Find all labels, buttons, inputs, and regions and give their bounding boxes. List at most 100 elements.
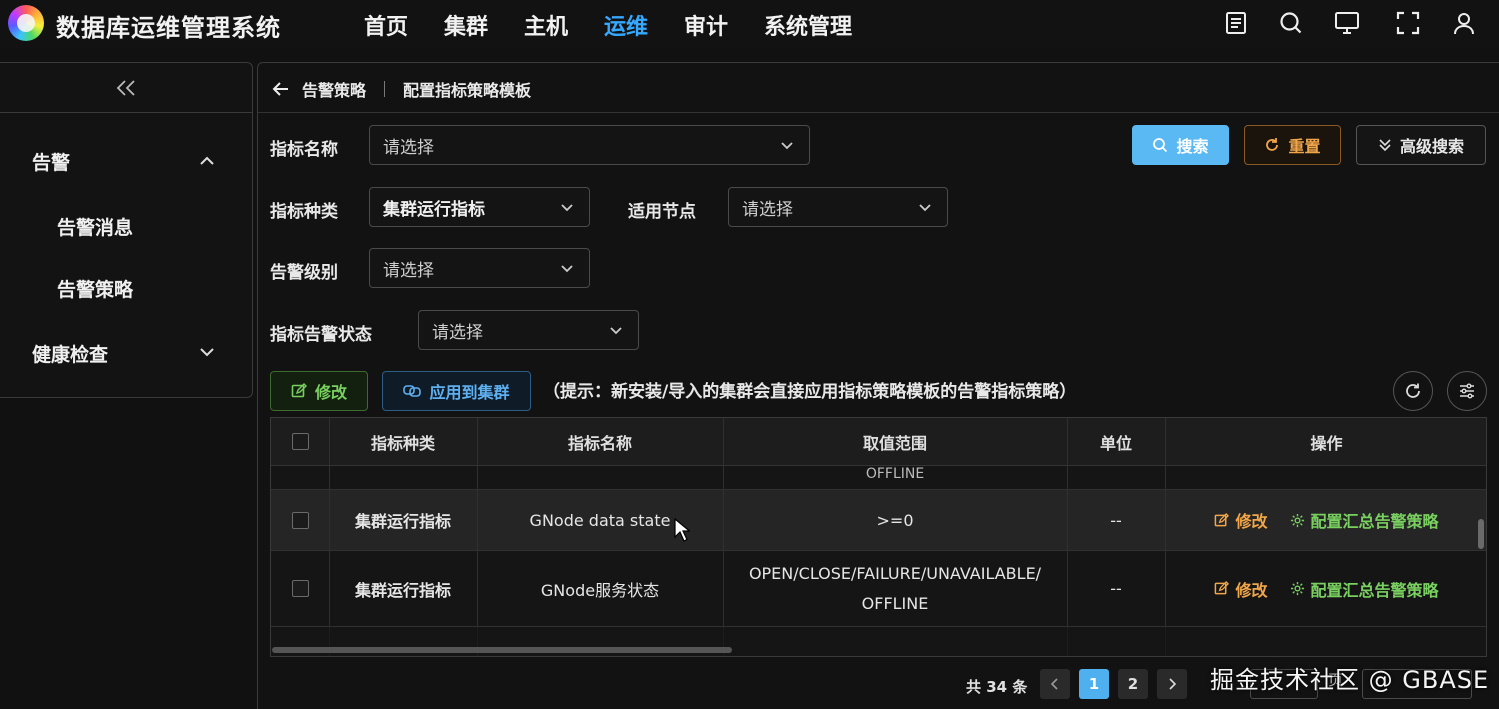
edit-icon xyxy=(1215,581,1230,595)
edit-icon xyxy=(291,383,307,398)
sidebar-item-alarm-messages[interactable]: 告警消息 xyxy=(57,213,133,240)
nav-audit[interactable]: 审计 xyxy=(684,9,728,41)
search-button[interactable]: 搜索 xyxy=(1132,125,1229,165)
metric-name-select[interactable]: 请选择 xyxy=(369,125,810,165)
gear-icon xyxy=(1290,513,1304,527)
fullscreen-icon[interactable] xyxy=(1394,9,1422,37)
pagination-total: 共 34 条 xyxy=(966,678,1028,696)
hint-text: （提示：新安装/导入的集群会直接应用指标策略模板的告警指标策略） xyxy=(543,382,1077,402)
cell-metric-name: GNode服务状态 xyxy=(540,580,660,600)
double-chevron-down-icon xyxy=(1379,139,1391,152)
nav-host[interactable]: 主机 xyxy=(524,9,568,41)
nav-cluster[interactable]: 集群 xyxy=(444,9,488,41)
breadcrumb-current: 配置指标策略模板 xyxy=(403,81,532,100)
header-divider xyxy=(258,112,1499,113)
gear-icon xyxy=(1290,581,1304,596)
header-value-range[interactable]: 取值范围 xyxy=(723,418,1067,465)
row-config-summary-link[interactable]: 配置汇总告警策略 xyxy=(1290,508,1439,532)
top-bar: 数据库运维管理系统 首页 集群 主机 运维 审计 系统管理 xyxy=(0,0,1499,48)
pagination-prev[interactable] xyxy=(1040,669,1070,699)
cell-value-range: OPEN/CLOSE/FAILURE/UNAVAILABLE/ OFFLINE xyxy=(748,563,1042,613)
reset-button-label: 重置 xyxy=(1288,137,1321,156)
row-config-summary-label: 配置汇总告警策略 xyxy=(1310,512,1439,531)
arrow-left-icon[interactable] xyxy=(272,81,290,97)
double-chevron-left-icon xyxy=(116,79,135,96)
row-checkbox[interactable] xyxy=(291,580,309,597)
chevron-down-icon xyxy=(561,265,573,273)
alarm-status-select[interactable]: 请选择 xyxy=(418,310,639,350)
pagination-page-2[interactable]: 2 xyxy=(1118,669,1148,699)
metric-type-select[interactable]: 集群运行指标 xyxy=(369,187,590,227)
row-edit-label: 修改 xyxy=(1235,580,1268,600)
advanced-search-button[interactable]: 高级搜索 xyxy=(1356,125,1486,165)
row-config-summary-label: 配置汇总告警策略 xyxy=(1310,580,1439,600)
table-horizontal-scrollbar[interactable] xyxy=(272,647,732,653)
document-icon[interactable] xyxy=(1222,9,1250,37)
metric-name-label: 指标名称 xyxy=(270,140,338,160)
row-edit-link[interactable]: 修改 xyxy=(1214,508,1268,532)
pagination-page-1[interactable]: 1 xyxy=(1079,669,1109,699)
header-unit[interactable]: 单位 xyxy=(1067,418,1165,465)
metric-type-select-value: 集群运行指标 xyxy=(383,199,485,220)
table-row[interactable]: 集群运行指标 GNode服务状态 OPEN/CLOSE/FAILURE/UNAV… xyxy=(271,551,1486,627)
pagination-next[interactable] xyxy=(1157,669,1187,699)
apply-to-cluster-button[interactable]: 应用到集群 xyxy=(382,371,531,411)
chevron-right-icon xyxy=(1169,678,1177,690)
edit-button-label: 修改 xyxy=(314,383,347,402)
node-select[interactable]: 请选择 xyxy=(728,187,948,227)
refresh-icon xyxy=(1266,138,1279,151)
row-edit-link[interactable]: 修改 xyxy=(1214,577,1268,601)
chevron-up-icon[interactable] xyxy=(198,152,216,170)
chevron-down-icon xyxy=(781,142,793,150)
table-row[interactable]: 集群运行指标 GNode data state >=0 -- 修改 配置汇总告警… xyxy=(271,490,1486,551)
table-vertical-scrollbar[interactable] xyxy=(1478,519,1484,549)
metric-name-select-value: 请选择 xyxy=(383,137,434,158)
user-icon[interactable] xyxy=(1450,9,1478,37)
chevron-down-icon xyxy=(610,327,622,335)
cell-metric-type: 集群运行指标 xyxy=(354,512,451,531)
alarm-status-label: 指标告警状态 xyxy=(270,325,372,345)
header-operations: 操作 xyxy=(1310,433,1343,453)
node-label: 适用节点 xyxy=(628,202,696,222)
alarm-status-select-value: 请选择 xyxy=(432,322,483,343)
chevron-down-icon xyxy=(561,204,573,212)
nav-system[interactable]: 系统管理 xyxy=(764,9,852,41)
row-edit-label: 修改 xyxy=(1235,512,1268,531)
chevron-down-icon[interactable] xyxy=(198,343,216,361)
alarm-level-select-value: 请选择 xyxy=(383,260,434,281)
column-settings-button[interactable] xyxy=(1447,371,1487,411)
nav-home[interactable]: 首页 xyxy=(364,9,408,41)
table-row-partial: OFFLINE xyxy=(271,466,1486,490)
sidebar-collapse-button[interactable] xyxy=(0,63,252,113)
table-header: 指标种类 指标名称 取值范围 单位 操作 xyxy=(271,418,1486,466)
cell-metric-type: 集群运行指标 xyxy=(354,580,451,600)
mouse-cursor-icon xyxy=(674,518,690,542)
cell-unit: -- xyxy=(1110,579,1122,598)
breadcrumb: 告警策略 配置指标策略模板 xyxy=(272,76,531,102)
row-config-summary-link[interactable]: 配置汇总告警策略 xyxy=(1290,577,1439,601)
search-button-label: 搜索 xyxy=(1176,137,1209,156)
breadcrumb-back-link[interactable]: 告警策略 xyxy=(302,77,366,101)
row-checkbox[interactable] xyxy=(291,511,309,529)
watermark-text: 掘金技术社区 @ GBASE xyxy=(1210,666,1490,694)
alarm-level-select[interactable]: 请选择 xyxy=(369,248,590,288)
select-all-checkbox[interactable] xyxy=(291,433,309,450)
search-icon xyxy=(1153,138,1168,153)
header-metric-name[interactable]: 指标名称 xyxy=(477,418,723,465)
refresh-table-button[interactable] xyxy=(1393,371,1433,411)
breadcrumb-separator xyxy=(384,81,386,97)
nav-ops[interactable]: 运维 xyxy=(604,9,648,41)
advanced-search-button-label: 高级搜索 xyxy=(1399,137,1464,156)
monitor-icon[interactable] xyxy=(1333,9,1361,37)
search-icon[interactable] xyxy=(1277,9,1305,37)
edit-button[interactable]: 修改 xyxy=(270,371,368,411)
sidebar-group-alarm[interactable]: 告警 xyxy=(32,148,70,175)
link-icon xyxy=(403,385,422,397)
chevron-down-icon xyxy=(919,204,931,212)
sidebar-item-alarm-policy[interactable]: 告警策略 xyxy=(57,275,133,302)
sidebar-group-health-check[interactable]: 健康检查 xyxy=(32,340,108,367)
metric-type-label: 指标种类 xyxy=(270,202,338,222)
header-metric-type[interactable]: 指标种类 xyxy=(329,418,477,465)
policy-table: 指标种类 指标名称 取值范围 单位 操作 OFFLINE 集群运行指标 GNod… xyxy=(270,417,1487,657)
reset-button[interactable]: 重置 xyxy=(1244,125,1341,165)
